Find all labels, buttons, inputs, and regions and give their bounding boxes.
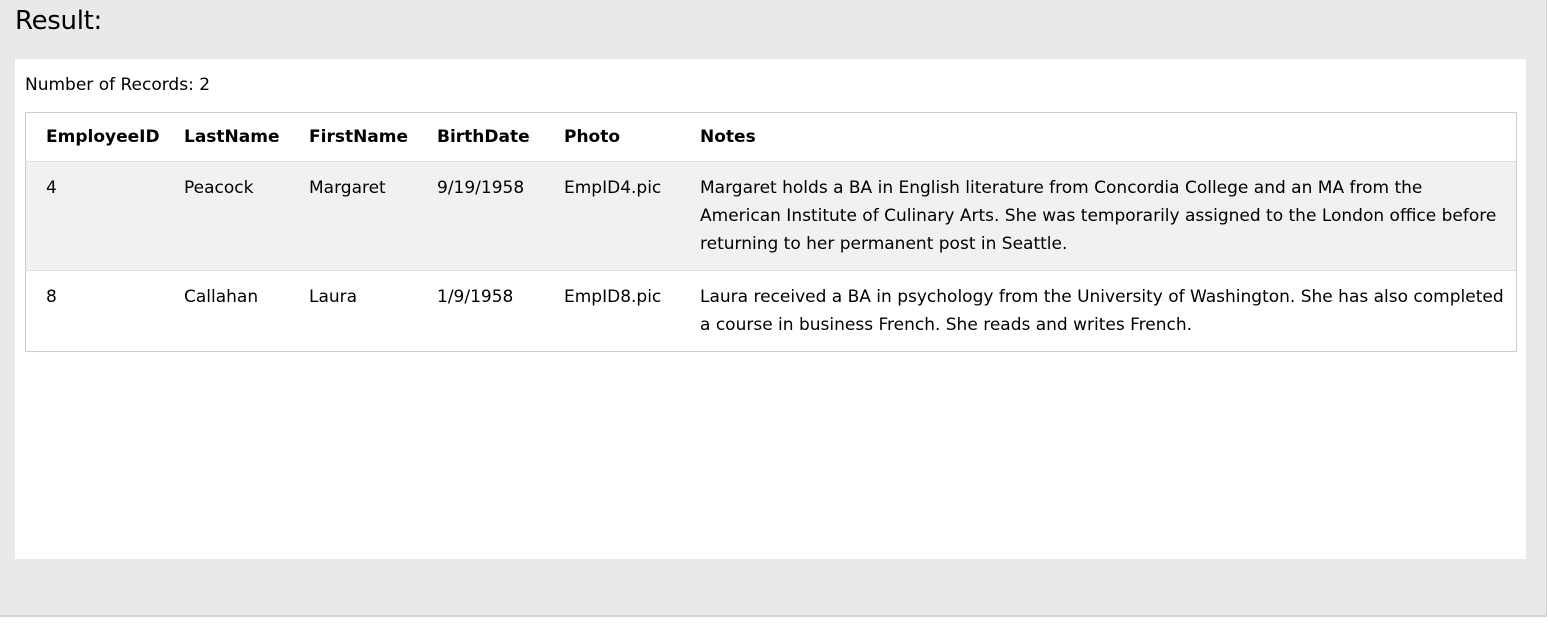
column-header-firstname: FirstName	[299, 112, 427, 162]
table-row: 8 Callahan Laura 1/9/1958 EmpID8.pic Lau…	[25, 270, 1517, 352]
cell-employeeid: 8	[25, 270, 174, 352]
cell-photo: EmpID4.pic	[554, 161, 690, 271]
cell-firstname: Laura	[299, 270, 427, 352]
cell-firstname: Margaret	[299, 161, 427, 271]
record-count: Number of Records: 2	[25, 75, 211, 95]
result-frame: Result: Number of Records: 2 EmployeeID …	[0, 0, 1547, 617]
column-header-birthdate: BirthDate	[427, 112, 554, 162]
column-header-notes: Notes	[690, 112, 1517, 162]
cell-employeeid: 4	[25, 161, 174, 271]
cell-lastname: Peacock	[174, 161, 299, 271]
cell-birthdate: 9/19/1958	[427, 161, 554, 271]
cell-photo: EmpID8.pic	[554, 270, 690, 352]
result-heading: Result:	[15, 6, 102, 36]
table-header-row: EmployeeID LastName FirstName BirthDate …	[25, 112, 1517, 162]
column-header-lastname: LastName	[174, 112, 299, 162]
result-table: EmployeeID LastName FirstName BirthDate …	[25, 112, 1517, 352]
column-header-employeeid: EmployeeID	[25, 112, 174, 162]
cell-notes: Margaret holds a BA in English literatur…	[690, 161, 1517, 271]
cell-birthdate: 1/9/1958	[427, 270, 554, 352]
table-row: 4 Peacock Margaret 9/19/1958 EmpID4.pic …	[25, 161, 1517, 271]
cell-lastname: Callahan	[174, 270, 299, 352]
cell-notes: Laura received a BA in psychology from t…	[690, 270, 1517, 352]
result-panel: Number of Records: 2 EmployeeID LastName…	[15, 59, 1526, 559]
column-header-photo: Photo	[554, 112, 690, 162]
